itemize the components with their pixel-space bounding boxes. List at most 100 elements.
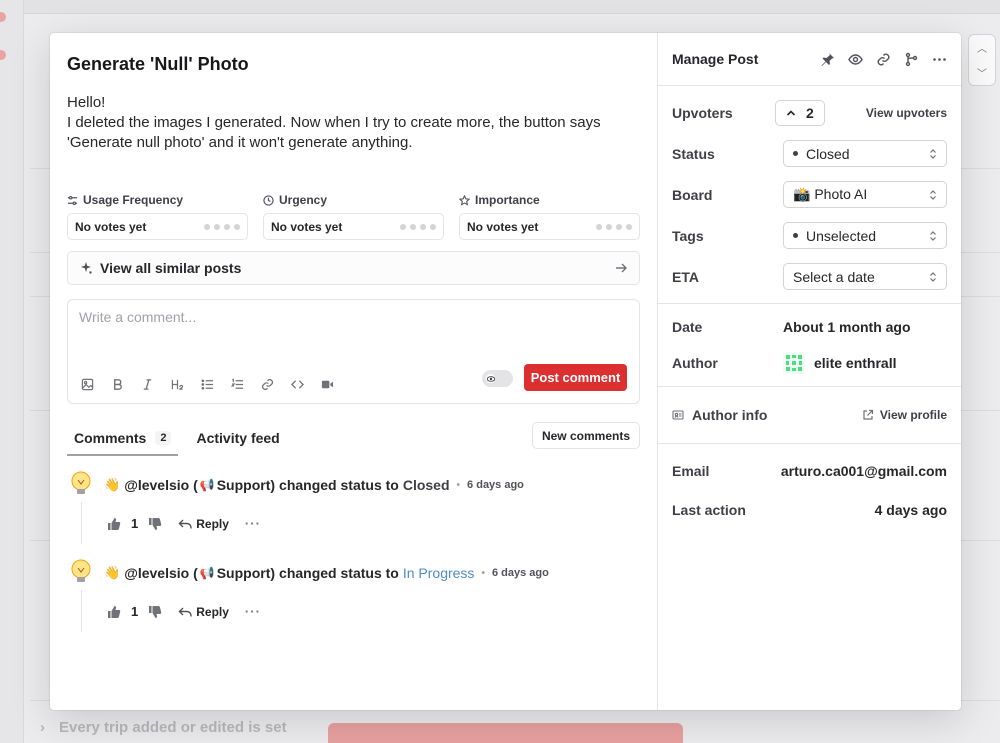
post-comment-button[interactable]: Post comment <box>524 364 627 391</box>
metric-usage-frequency: Usage Frequency No votes yet <box>67 193 248 240</box>
tags-select[interactable]: Unselected <box>783 222 947 249</box>
external-link-icon <box>863 409 873 420</box>
reply-label: Reply <box>196 516 229 531</box>
thread-line <box>81 502 82 544</box>
editor-toolbar <box>79 376 335 392</box>
more-options-icon[interactable]: ··· <box>245 516 261 531</box>
reply-button[interactable]: Reply <box>178 605 229 619</box>
separator-dot: • <box>481 567 485 579</box>
reply-button[interactable]: Reply <box>178 517 229 531</box>
activity-actions: 1 Reply ··· <box>107 516 261 531</box>
thumbs-down-icon[interactable] <box>148 605 162 619</box>
email-row: Email arturo.ca001@gmail.com <box>672 451 947 490</box>
chevron-up-down-icon <box>930 231 936 241</box>
activity-user[interactable]: @levelsio ( <box>124 477 198 493</box>
metric-vote-selector[interactable]: No votes yet <box>263 213 444 240</box>
comment-input[interactable] <box>68 300 639 350</box>
background-row-text: Every trip added or edited is set <box>59 719 287 736</box>
background-arrow: › <box>40 719 45 736</box>
author-row: Author elite enthrall <box>672 345 947 381</box>
date-label: Date <box>672 319 703 335</box>
image-icon[interactable] <box>79 376 95 392</box>
board-row: Board 📸 Photo AI <box>672 174 947 215</box>
tab-activity-feed[interactable]: Activity feed <box>196 430 279 454</box>
post-body-line: Hello! <box>67 94 106 111</box>
chevron-up-down-icon <box>930 149 936 159</box>
numbered-list-icon[interactable] <box>229 376 245 392</box>
tab-comments[interactable]: Comments 2 <box>67 430 179 456</box>
upvote-button[interactable]: 2 <box>774 99 825 126</box>
author-label: Author <box>672 355 718 371</box>
rating-dots[interactable] <box>400 223 436 230</box>
merge-icon[interactable] <box>904 52 919 67</box>
link-icon[interactable] <box>259 376 275 392</box>
upvoters-row: Upvoters 2 View upvoters <box>672 92 947 133</box>
background-topbar <box>0 0 1000 14</box>
board-select[interactable]: 📸 Photo AI <box>783 181 947 208</box>
email-label: Email <box>672 462 710 479</box>
chevron-down-icon: ﹀ <box>977 69 987 80</box>
reply-label: Reply <box>196 604 229 619</box>
sliders-icon <box>67 195 78 205</box>
post-body-line: I deleted the images I generated. Now wh… <box>67 114 601 151</box>
lightbulb-icon <box>71 471 91 494</box>
metric-vote-selector[interactable]: No votes yet <box>67 213 248 240</box>
thumbs-up-icon[interactable] <box>107 605 121 619</box>
metric-label: Usage Frequency <box>83 193 184 207</box>
video-icon[interactable] <box>319 376 335 392</box>
manage-post-header: Manage Post <box>658 33 961 86</box>
view-profile-link[interactable]: View profile <box>862 408 947 422</box>
board-label: Board <box>672 186 713 203</box>
wave-icon: 👋 <box>104 477 121 492</box>
activity-status: In Progress <box>402 565 475 581</box>
lightbulb-icon <box>71 559 91 582</box>
bold-icon[interactable] <box>109 376 125 392</box>
eye-icon <box>486 374 495 383</box>
thumbs-down-icon[interactable] <box>148 517 162 531</box>
post-modal: Generate 'Null' Photo Hello! I deleted t… <box>50 33 961 710</box>
rating-dots[interactable] <box>204 223 240 230</box>
view-similar-label: View all similar posts <box>100 260 242 276</box>
background-toast <box>328 723 683 743</box>
thumbs-up-icon[interactable] <box>107 517 121 531</box>
more-options-icon[interactable] <box>932 52 947 67</box>
author-info-label: Author info <box>692 407 768 423</box>
tags-dot <box>793 233 798 238</box>
post-title: Generate 'Null' Photo <box>67 54 249 74</box>
activity-user[interactable]: @levelsio ( <box>124 565 198 581</box>
eta-row: ETA Select a date <box>672 256 947 297</box>
author-name[interactable]: elite enthrall <box>814 355 896 371</box>
metric-vote-selector[interactable]: No votes yet <box>459 213 640 240</box>
more-options-icon[interactable]: ··· <box>245 604 261 619</box>
private-comment-toggle[interactable] <box>482 370 513 387</box>
status-dot <box>793 151 798 156</box>
activity-action: changed status to <box>279 477 399 493</box>
activity-status: Closed <box>402 477 450 493</box>
avatar[interactable] <box>783 352 805 374</box>
metric-urgency: Urgency No votes yet <box>263 193 444 240</box>
metric-label: Urgency <box>279 193 328 207</box>
eye-icon[interactable] <box>848 52 863 67</box>
reply-icon <box>178 607 192 616</box>
heading-icon[interactable] <box>169 376 185 392</box>
eta-date-picker[interactable]: Select a date <box>783 263 947 290</box>
rating-dots[interactable] <box>596 223 632 230</box>
post-properties: Upvoters 2 View upvoters Status Closed B… <box>658 86 961 304</box>
board-value: 📸 Photo AI <box>793 186 868 202</box>
tab-comments-label: Comments <box>74 430 147 446</box>
vote-count: 1 <box>131 516 139 531</box>
view-similar-posts-button[interactable]: View all similar posts <box>67 251 640 285</box>
bullet-list-icon[interactable] <box>199 376 215 392</box>
background-sidebar <box>0 0 24 743</box>
italic-icon[interactable] <box>139 376 155 392</box>
sort-new-comments-button[interactable]: New comments <box>531 422 640 449</box>
code-icon[interactable] <box>289 376 305 392</box>
link-icon[interactable] <box>876 52 891 67</box>
comments-count-badge: 2 <box>155 431 172 445</box>
view-upvoters-link[interactable]: View upvoters <box>866 106 947 120</box>
activity-action: changed status to <box>279 565 399 581</box>
pin-icon[interactable] <box>820 52 835 67</box>
activity-item: 👋 @levelsio ( 📢 Support) changed status … <box>67 554 640 642</box>
status-select[interactable]: Closed <box>783 140 947 167</box>
background-scroll-controls: ︿ ﹀ <box>968 34 996 86</box>
